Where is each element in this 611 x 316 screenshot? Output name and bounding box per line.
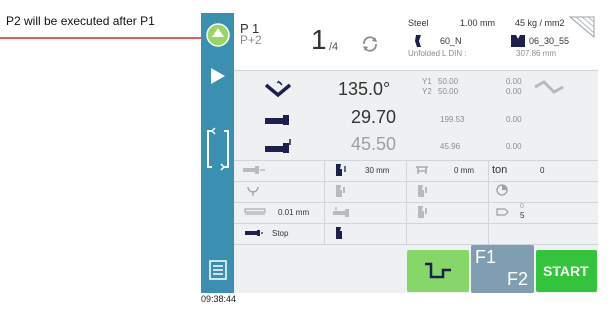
program-next: P+2 xyxy=(240,33,262,47)
sidebar xyxy=(201,13,234,293)
y2-correction: 0.00 xyxy=(506,87,522,96)
f1-label: F1 xyxy=(475,247,497,267)
step-current[interactable]: 1 xyxy=(311,24,327,56)
y2-value: 50.00 xyxy=(438,87,459,96)
lower-tool-name: 06_30_55 xyxy=(529,36,570,46)
f1-f2-button[interactable]: F1 F2 xyxy=(471,245,534,293)
y1-value: 50.00 xyxy=(438,77,459,86)
backgauge-x-icon xyxy=(265,115,289,125)
punch-opening-icon xyxy=(336,164,346,176)
y2-label: Y2 xyxy=(422,87,432,96)
clock-time: 09:38:44 xyxy=(201,294,237,304)
timer-icon xyxy=(496,184,508,196)
params-bottom-divider xyxy=(234,244,598,245)
die-tool-icon xyxy=(511,35,525,47)
backgauge-r-correction: 0.00 xyxy=(506,142,522,151)
start-label: START xyxy=(543,263,589,279)
backgauge-x-value[interactable]: 29.70 xyxy=(351,107,396,128)
play-button[interactable] xyxy=(201,61,234,91)
stop-mode-value[interactable]: Stop xyxy=(272,229,288,238)
table-icon xyxy=(416,166,428,174)
annotation-label: P2 will be executed after P1 xyxy=(6,14,155,28)
decompression-icon xyxy=(247,186,259,196)
length-din-label: L DIN : xyxy=(442,49,467,58)
repeat-count-icon xyxy=(496,208,509,216)
backgauge-r-value[interactable]: 45.50 xyxy=(351,134,396,155)
mute-point-icon xyxy=(418,206,427,218)
gauge-retract-icon xyxy=(333,207,349,217)
unfolded-label: Unfolded xyxy=(408,49,441,58)
material-strength: 45 kg / mm2 xyxy=(515,18,565,28)
params-col-divider-1 xyxy=(324,160,325,244)
parallelism-value[interactable]: 0.01 mm xyxy=(278,208,309,217)
backgauge-x-correction: 0.00 xyxy=(506,115,522,124)
f2-label: F2 xyxy=(507,269,529,289)
crowning-icon xyxy=(534,80,564,94)
table-value[interactable]: 0 mm xyxy=(454,166,474,175)
stop-mode-icon xyxy=(245,230,263,236)
punch-tool-icon xyxy=(415,35,421,47)
refresh-icon[interactable] xyxy=(361,35,379,53)
speed-change-icon xyxy=(336,185,345,197)
backgauge-r-icon xyxy=(265,139,291,153)
y1-correction: 0.00 xyxy=(506,77,522,86)
step-total: /4 xyxy=(329,41,339,53)
params-col-divider-2 xyxy=(406,160,407,244)
y1-label: Y1 xyxy=(422,77,432,86)
parallelism-icon xyxy=(244,208,266,215)
material-name: Steel xyxy=(408,18,429,28)
list-icon xyxy=(208,260,227,280)
list-button[interactable] xyxy=(201,257,234,283)
unfolded-length-value: 307.86 mm xyxy=(516,49,557,58)
backgauge-r-actual: 45.96 xyxy=(440,142,461,151)
play-icon xyxy=(210,68,225,84)
params-row-4 xyxy=(234,223,598,245)
corner-fold-icon[interactable] xyxy=(568,15,596,39)
page-toggle-button[interactable] xyxy=(201,125,234,173)
material-thickness: 1.00 mm xyxy=(460,18,496,28)
dwell-icon xyxy=(418,185,427,197)
program-cycle-icon xyxy=(205,23,230,47)
tool-change-icon xyxy=(336,227,342,239)
upper-tool-name: 60_N xyxy=(440,36,462,46)
backgauge-x-actual: 199.53 xyxy=(440,115,465,124)
program-header: P 1 P+2 1 /4 Steel 1.00 mm 45 kg / mm2 6… xyxy=(234,13,598,71)
force-value[interactable]: 0 xyxy=(540,166,544,175)
start-button[interactable]: START xyxy=(536,250,597,292)
main-panel: P 1 P+2 1 /4 Steel 1.00 mm 45 kg / mm2 6… xyxy=(234,13,598,293)
bend-profile-icon xyxy=(425,262,451,279)
bend-angle-icon xyxy=(264,80,292,98)
program-selector-button[interactable] xyxy=(201,19,234,51)
opening-value[interactable]: 30 mm xyxy=(365,166,389,175)
frame-toggle-icon xyxy=(206,127,229,171)
bend-sequence-button[interactable] xyxy=(407,250,469,292)
repeat-count-top: 0 xyxy=(520,203,524,210)
force-unit-label: ton xyxy=(492,164,508,176)
bend-angle-value[interactable]: 135.0° xyxy=(338,79,390,100)
repeat-count-bottom[interactable]: 5 xyxy=(520,211,524,220)
params-col-divider-3 xyxy=(488,160,489,244)
finger-retract-icon xyxy=(243,166,265,174)
